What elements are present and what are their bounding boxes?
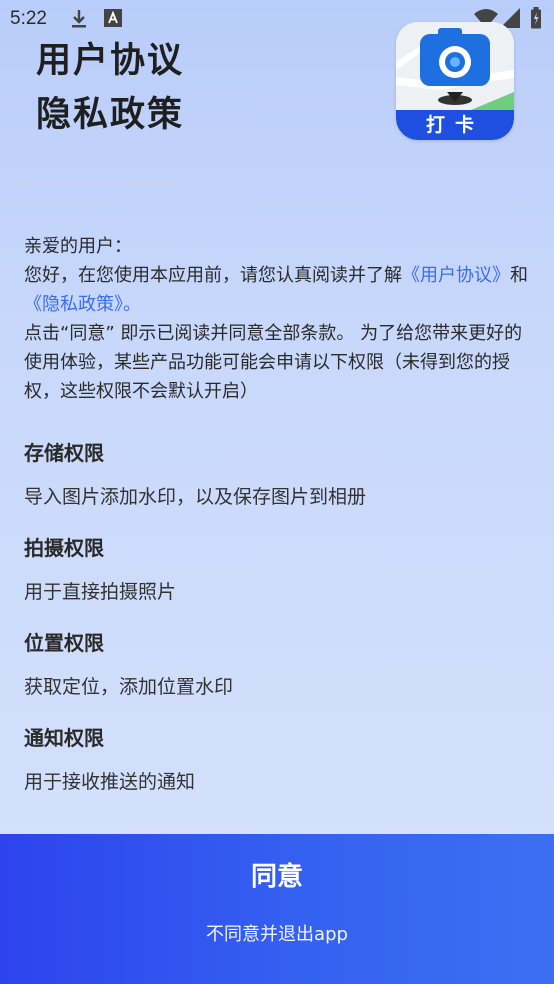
user-agreement-link[interactable]: 《用户协议》 — [402, 265, 510, 286]
permission-desc: 用于接收推送的通知 — [24, 771, 196, 793]
permission-title: 拍摄权限 — [24, 536, 104, 560]
consent-paragraph: 点击“同意” 即示已阅读并同意全部条款。 为了给您带来更好的使用体验，某些产品功… — [24, 323, 523, 402]
bottom-action-bar: 同意 不同意并退出app — [0, 834, 554, 984]
permission-title: 通知权限 — [24, 726, 104, 750]
permission-desc: 用于直接拍摄照片 — [24, 581, 177, 603]
status-time: 5:22 — [10, 8, 47, 29]
page-title-privacy-policy: 隐私政策 — [36, 95, 185, 135]
intro-prefix-text: 您好，在您使用本应用前，请您认真阅读并了解 — [24, 265, 402, 286]
intro-suffix-text: 。 — [123, 294, 141, 315]
font-notification-icon — [104, 9, 122, 31]
intro-paragraph: 您好，在您使用本应用前，请您认真阅读并了解《用户协议》和《隐私政策》。 — [24, 261, 532, 319]
permission-location: 位置权限 获取定位，添加位置水印 — [24, 627, 532, 699]
permission-storage: 存储权限 导入图片添加水印，以及保存图片到相册 — [24, 437, 532, 509]
battery-icon — [530, 7, 542, 33]
permission-notification: 通知权限 用于接收推送的通知 — [24, 722, 532, 794]
permission-title: 位置权限 — [24, 631, 104, 655]
permission-desc: 导入图片添加水印，以及保存图片到相册 — [24, 486, 367, 508]
map-camera-icon — [396, 22, 514, 112]
privacy-policy-link[interactable]: 《隐私政策》 — [24, 294, 123, 315]
permission-camera: 拍摄权限 用于直接拍摄照片 — [24, 532, 532, 604]
page-title-user-agreement: 用户协议 — [36, 41, 185, 81]
disagree-exit-button[interactable]: 不同意并退出app — [0, 920, 554, 950]
permission-title: 存储权限 — [24, 441, 104, 465]
intro-and-text: 和 — [510, 265, 528, 286]
agreement-intro: 亲爱的用户： 您好，在您使用本应用前，请您认真阅读并了解《用户协议》和《隐私政策… — [24, 232, 532, 406]
title-divider — [22, 182, 178, 184]
download-icon — [70, 9, 88, 33]
agree-button[interactable]: 同意 — [0, 852, 554, 902]
greeting-text: 亲爱的用户： — [24, 236, 132, 257]
app-logo: 打卡 — [396, 22, 514, 140]
app-logo-label: 打卡 — [396, 110, 514, 140]
permission-desc: 获取定位，添加位置水印 — [24, 676, 234, 698]
